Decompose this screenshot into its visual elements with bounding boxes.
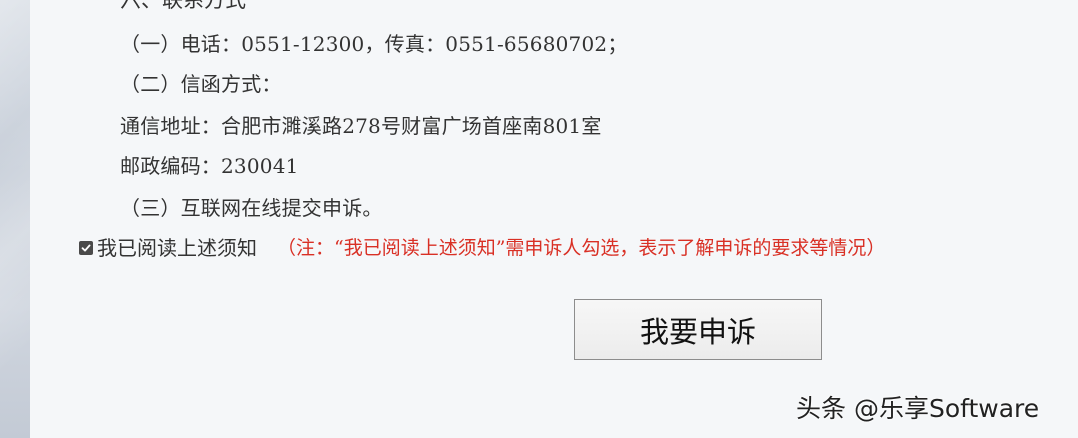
- contact-postcode: 邮政编码：230041: [120, 154, 299, 178]
- contact-online: （三）互联网在线提交申诉。: [120, 196, 383, 220]
- section-heading: 六、联系方式: [120, 0, 246, 12]
- left-decorative-band: [0, 0, 30, 438]
- agree-checkbox[interactable]: [79, 241, 93, 255]
- submit-complaint-button[interactable]: 我要申诉: [574, 299, 822, 360]
- page: 六、联系方式 （一）电话：0551-12300，传真：0551-65680702…: [0, 0, 1078, 438]
- agreement-row: 我已阅读上述须知 （注：“我已阅读上述须知”需申诉人勾选，表示了解申诉的要求等情…: [79, 234, 885, 262]
- contact-address: 通信地址：合肥市濉溪路278号财富广场首座南801室: [120, 114, 602, 138]
- check-icon: [81, 244, 91, 252]
- contact-phone-fax: （一）电话：0551-12300，传真：0551-65680702；: [120, 32, 628, 56]
- contact-mail-method: （二）信函方式：: [120, 72, 282, 96]
- agree-note: （注：“我已阅读上述须知”需申诉人勾选，表示了解申诉的要求等情况）: [277, 237, 886, 259]
- agree-label[interactable]: 我已阅读上述须知: [97, 234, 257, 262]
- watermark: 头条 @乐享Software: [796, 394, 1040, 423]
